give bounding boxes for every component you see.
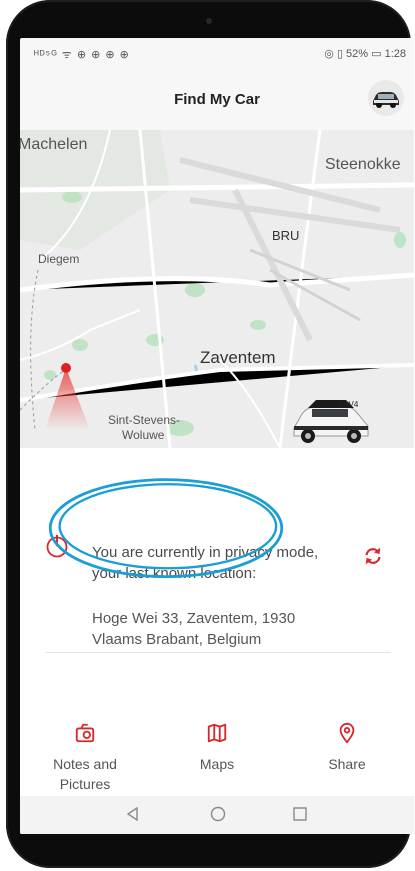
map-label-diegem: Diegem <box>38 252 80 266</box>
notes-pictures-label: Notes and Pictures <box>53 756 117 792</box>
status-icons-right: ◎ ▯ 52% ▭ 1:28 <box>324 48 406 60</box>
last-known-address: Hoge Wei 33, Zaventem, 1930 Vlaams Braba… <box>92 610 296 648</box>
car-location-marker[interactable] <box>290 392 372 448</box>
map-label-machelen: Machelen <box>20 136 88 153</box>
notes-camera-icon <box>75 723 95 743</box>
recent-apps-icon[interactable] <box>292 806 308 822</box>
car-model-label: RAV4 <box>338 400 359 409</box>
home-icon[interactable] <box>210 806 226 822</box>
map-view[interactable]: Machelen Steenokke BRU Diegem Zaventem S… <box>20 130 414 448</box>
map-label-steenokkerzeel: Steenokke <box>325 156 401 173</box>
maps-button[interactable]: Maps <box>162 722 272 774</box>
location-pin-icon <box>339 722 355 744</box>
maps-label: Maps <box>199 756 235 772</box>
status-bar: ᴴᴰ⁵ᴳ ᯤ ⊕ ⊕ ⊕ ⊕ ◎ ▯ 52% ▭ 1:28 <box>20 38 414 68</box>
share-label: Share <box>328 756 366 772</box>
share-button[interactable]: Share <box>292 722 402 774</box>
back-icon[interactable] <box>125 806 141 822</box>
map-label-sint-stevens: Sint-Stevens- <box>108 413 181 427</box>
location-dot <box>61 363 71 373</box>
notes-pictures-button[interactable]: Notes and Pictures <box>30 722 140 794</box>
map-label-zaventem: Zaventem <box>200 348 276 367</box>
map-label-woluwe: Woluwe <box>122 428 165 442</box>
system-nav-bar <box>20 796 414 834</box>
app-header: Find My Car <box>20 68 414 130</box>
phone-speaker <box>206 18 212 24</box>
map-label-bru: BRU <box>272 228 300 243</box>
car-icon <box>373 92 399 108</box>
car-avatar-button[interactable] <box>368 80 404 116</box>
app-screen: ᴴᴰ⁵ᴳ ᯤ ⊕ ⊕ ⊕ ⊕ ◎ ▯ 52% ▭ 1:28 Find My Ca… <box>20 38 414 834</box>
privacy-mode-message: You are currently in privacy mode, your … <box>92 544 319 582</box>
privacy-warning-icon <box>46 535 68 558</box>
refresh-icon[interactable] <box>362 545 384 567</box>
divider <box>46 652 391 653</box>
page-title: Find My Car <box>174 90 260 108</box>
status-icons-left: ᴴᴰ⁵ᴳ ᯤ ⊕ ⊕ ⊕ ⊕ <box>34 49 130 61</box>
map-icon <box>207 723 227 743</box>
